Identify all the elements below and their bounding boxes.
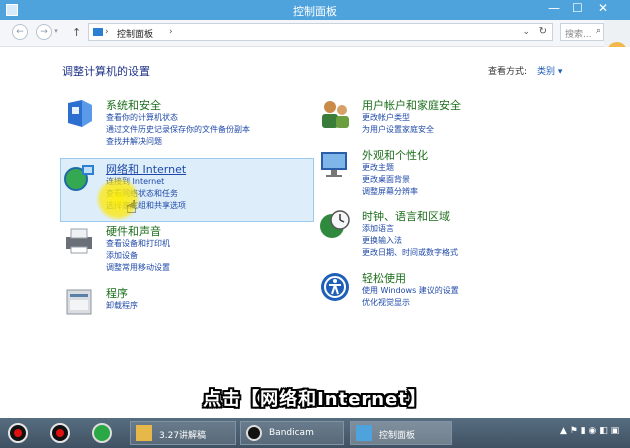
- control-panel-window: 控制面板 — ☐ ✕ ← → ▾ ↑ › 控制面板 › ⌄ ↻ 搜索... ⌕ …: [0, 0, 630, 418]
- search-placeholder: 搜索...: [565, 30, 592, 40]
- window-title: 控制面板: [293, 5, 337, 18]
- control-panel-icon: [356, 425, 372, 441]
- minimize-button[interactable]: —: [548, 1, 560, 15]
- record-button-icon[interactable]: [50, 423, 70, 443]
- folder-icon: [136, 425, 152, 441]
- category-appearance: 外观和个性化 更改主题 更改桌面背景 调整屏幕分辨率: [318, 147, 558, 203]
- bandicam-icon: [246, 425, 262, 441]
- clock-globe-icon: [320, 210, 350, 238]
- link-change-account-type[interactable]: 更改帐户类型: [362, 112, 410, 123]
- breadcrumb-separator-2[interactable]: ›: [169, 27, 173, 37]
- forward-button[interactable]: →: [36, 24, 52, 40]
- task-label: 3.27讲解稿: [159, 431, 207, 441]
- users-icon: [322, 101, 349, 128]
- category-title[interactable]: 时钟、语言和区域: [362, 208, 450, 224]
- link-devices-printers[interactable]: 查看设备和打印机: [106, 238, 170, 249]
- system-tray-icons[interactable]: ▲ ⚑ ▮ ◉ ◧ ▣: [560, 426, 619, 436]
- view-by-dropdown[interactable]: 类别 ▾: [537, 64, 562, 77]
- recorder-icon[interactable]: [8, 423, 28, 443]
- task-label: 控制面板: [379, 431, 416, 441]
- view-by-label: 查看方式:: [488, 67, 528, 77]
- category-title[interactable]: 网络和 Internet: [106, 161, 186, 177]
- category-ease-of-access: 轻松使用 使用 Windows 建议的设置 优化视觉显示: [318, 270, 558, 318]
- search-icon[interactable]: ⌕: [596, 26, 601, 36]
- link-add-device[interactable]: 添加设备: [106, 250, 138, 261]
- taskbar: 3.27讲解稿 Bandicam 控制面板 ▲ ⚑ ▮ ◉ ◧ ▣: [0, 418, 630, 448]
- page-title: 调整计算机的设置: [62, 65, 150, 78]
- category-programs: 程序 卸载程序: [62, 285, 302, 321]
- link-screen-resolution[interactable]: 调整屏幕分辨率: [362, 186, 418, 197]
- display-icon: [321, 152, 347, 177]
- address-toolbar: ← → ▾ ↑ › 控制面板 › ⌄ ↻ 搜索... ⌕: [0, 20, 630, 47]
- link-desktop-background[interactable]: 更改桌面背景: [362, 174, 410, 185]
- shield-flag-icon: [68, 100, 92, 127]
- link-family-safety[interactable]: 为用户设置家庭安全: [362, 124, 434, 135]
- link-change-theme[interactable]: 更改主题: [362, 162, 394, 173]
- category-user-accounts: 用户帐户和家庭安全 更改帐户类型 为用户设置家庭安全: [318, 97, 558, 145]
- link-view-computer-status[interactable]: 查看你的计算机状态: [106, 112, 178, 123]
- category-hardware-sound: 硬件和声音 查看设备和打印机 添加设备 调整常用移动设置: [62, 223, 302, 279]
- task-document[interactable]: 3.27讲解稿: [130, 421, 236, 445]
- back-button[interactable]: ←: [12, 24, 28, 40]
- category-title[interactable]: 程序: [106, 285, 128, 301]
- network-globe-icon: [64, 165, 94, 191]
- link-date-time-format[interactable]: 更改日期、时间或数字格式: [362, 247, 458, 258]
- main-content: 调整计算机的设置 查看方式: 类别 ▾ 系统和安全 查看你的计算机状态 通过文件…: [0, 47, 630, 418]
- task-bandicam[interactable]: Bandicam: [240, 421, 344, 445]
- category-title[interactable]: 轻松使用: [362, 270, 406, 286]
- link-recommended-settings[interactable]: 使用 Windows 建议的设置: [362, 285, 459, 296]
- printer-icon: [66, 228, 92, 254]
- refresh-button[interactable]: ↻: [539, 26, 547, 37]
- subtitle-caption: 点击【网络和Internet】: [203, 389, 427, 410]
- category-title[interactable]: 硬件和声音: [106, 223, 161, 239]
- breadcrumb-control-panel[interactable]: 控制面板: [117, 27, 153, 40]
- category-title[interactable]: 系统和安全: [106, 97, 161, 113]
- programs-icon: [66, 289, 92, 315]
- up-button[interactable]: ↑: [72, 26, 81, 39]
- link-change-input[interactable]: 更换输入法: [362, 235, 402, 246]
- category-title[interactable]: 外观和个性化: [362, 147, 428, 163]
- link-uninstall-program[interactable]: 卸载程序: [106, 300, 138, 311]
- address-bar[interactable]: › 控制面板 › ⌄ ↻: [88, 23, 553, 41]
- breadcrumb-separator[interactable]: ›: [105, 27, 109, 37]
- search-input[interactable]: 搜索... ⌕: [560, 23, 604, 41]
- close-button[interactable]: ✕: [598, 1, 608, 15]
- recent-pages-chevron-icon[interactable]: ▾: [52, 24, 60, 38]
- category-system-security: 系统和安全 查看你的计算机状态 通过文件历史记录保存你的文件备份副本 查找并解决…: [62, 97, 302, 157]
- link-optimize-display[interactable]: 优化视觉显示: [362, 297, 410, 308]
- maximize-button[interactable]: ☐: [572, 1, 583, 15]
- title-bar: 控制面板 — ☐ ✕: [0, 0, 630, 20]
- address-dropdown-icon[interactable]: ⌄: [522, 27, 530, 37]
- link-add-language[interactable]: 添加语言: [362, 223, 394, 234]
- task-label: Bandicam: [269, 428, 314, 438]
- link-troubleshoot[interactable]: 查找并解决问题: [106, 136, 162, 147]
- link-file-history[interactable]: 通过文件历史记录保存你的文件备份副本: [106, 124, 250, 135]
- link-mobility-settings[interactable]: 调整常用移动设置: [106, 262, 170, 273]
- hand-pointer-icon: ☝: [126, 197, 137, 218]
- wechat-icon[interactable]: [92, 423, 112, 443]
- category-title[interactable]: 用户帐户和家庭安全: [362, 97, 461, 113]
- control-panel-icon: [93, 28, 103, 36]
- category-clock-language: 时钟、语言和区域 添加语言 更换输入法 更改日期、时间或数字格式: [318, 208, 558, 264]
- ease-of-access-icon: [321, 273, 349, 301]
- task-control-panel[interactable]: 控制面板: [350, 421, 452, 445]
